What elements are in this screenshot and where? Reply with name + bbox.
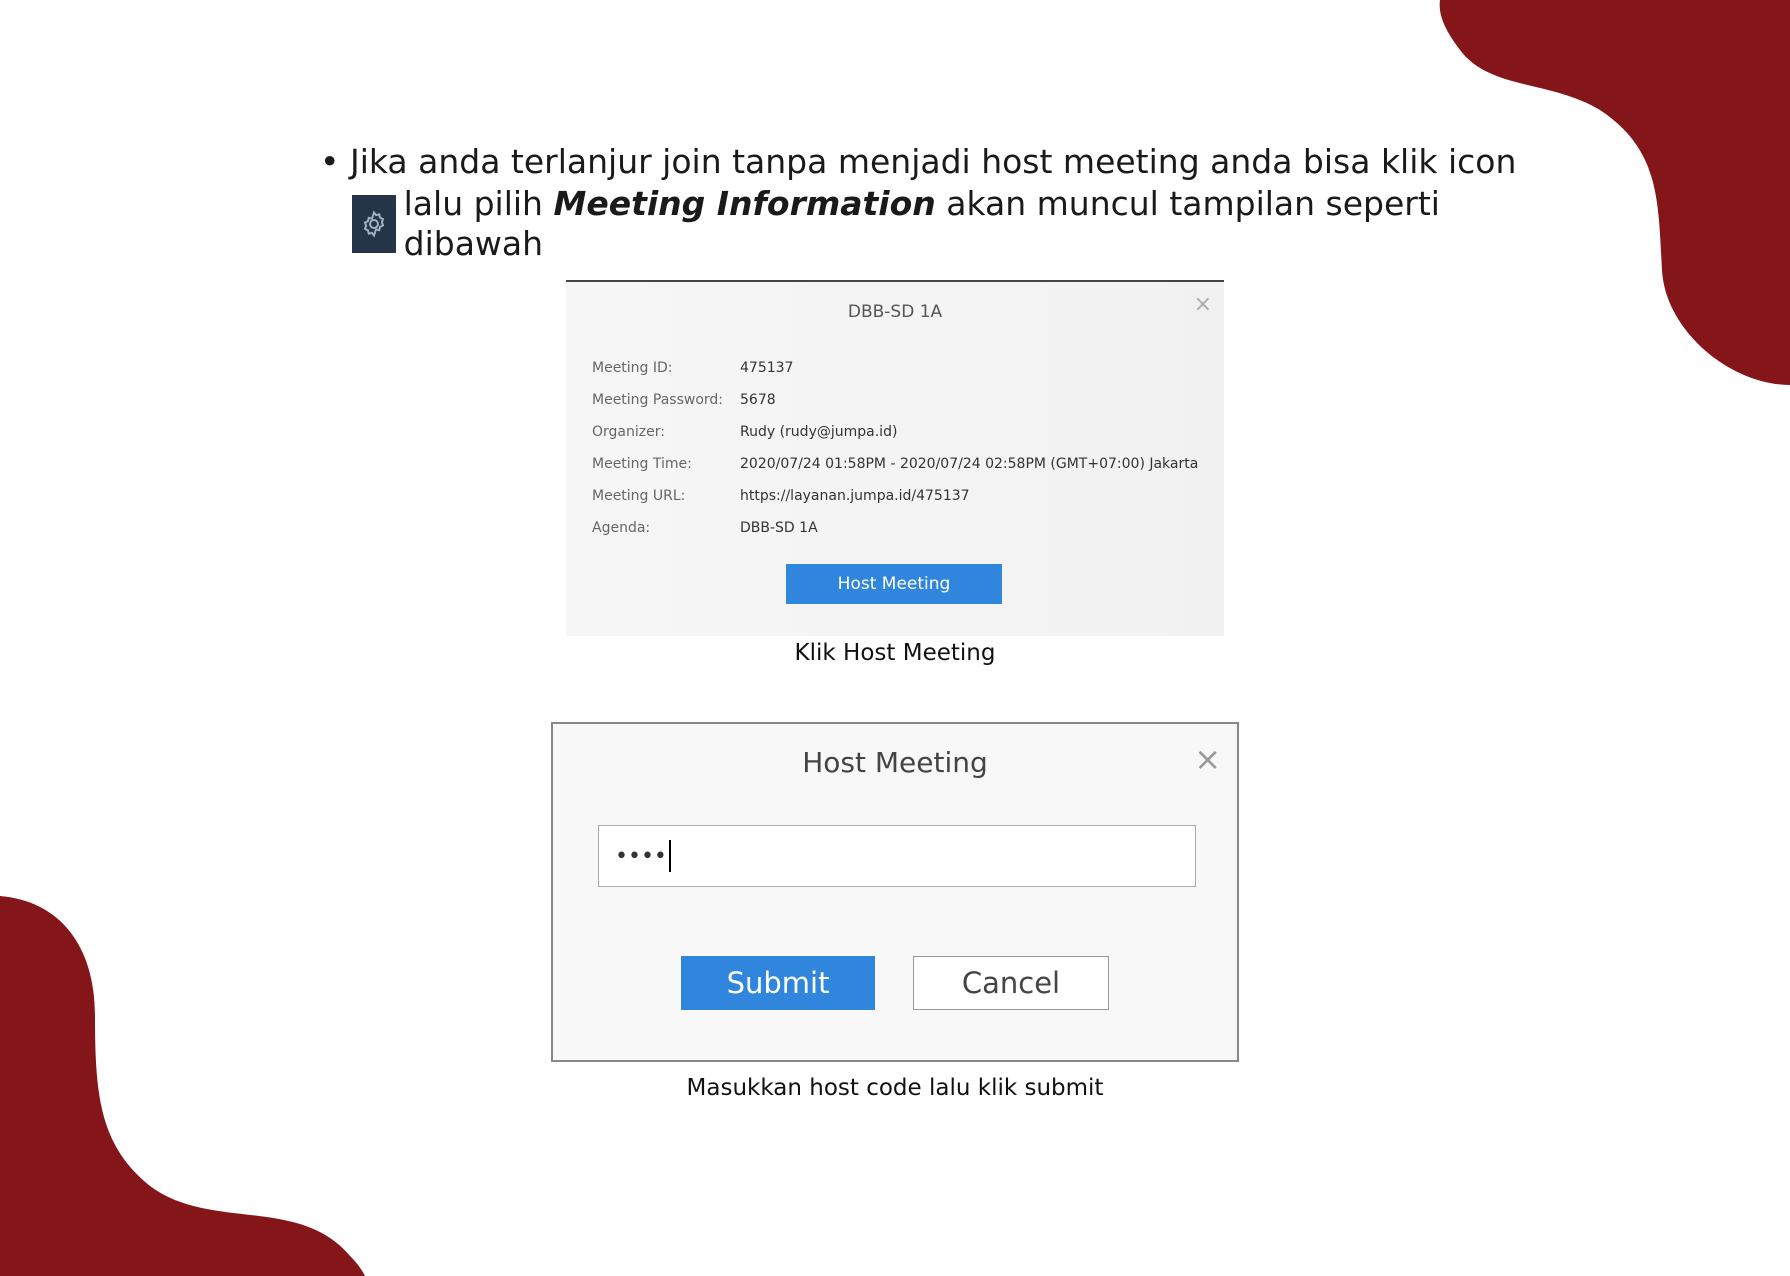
host-meeting-button[interactable]: Host Meeting (786, 564, 1002, 604)
host-meeting-dialog: Host Meeting × •••• Submit Cancel (551, 722, 1239, 1062)
dialog-title: DBB-SD 1A (847, 302, 943, 322)
meeting-information-emphasis: Meeting Information (553, 184, 936, 223)
cancel-button[interactable]: Cancel (913, 956, 1109, 1010)
info-row-organizer: Organizer: Rudy (rudy@jumpa.id) (592, 424, 898, 440)
bullet: • (320, 142, 340, 181)
text-caret (668, 840, 671, 872)
caption-submit: Masukkan host code lalu klik submit (686, 1075, 1104, 1101)
info-row-meeting-url: Meeting URL: https://layanan.jumpa.id/475… (592, 488, 970, 504)
host-code-input[interactable]: •••• (598, 825, 1196, 887)
info-row-meeting-time: Meeting Time: 2020/07/24 01:58PM - 2020/0… (592, 456, 1199, 472)
info-row-agenda: Agenda: DBB-SD 1A (592, 520, 818, 536)
instruction-line-1: Jika anda terlanjur join tanpa menjadi h… (349, 142, 1517, 181)
info-row-meeting-id: Meeting ID: 475137 (592, 360, 794, 376)
gear-icon (352, 195, 396, 253)
submit-button[interactable]: Submit (681, 956, 875, 1010)
info-row-meeting-password: Meeting Password: 5678 (592, 392, 776, 408)
dialog-title: Host Meeting (802, 746, 988, 779)
close-icon[interactable]: × (1194, 292, 1212, 317)
caption-host-meeting: Klik Host Meeting (794, 640, 996, 666)
instruction-line-2: lalu pilih Meeting Information akan munc… (403, 184, 1440, 263)
meeting-info-dialog: DBB-SD 1A × Meeting ID: 475137 Meeting Pa… (566, 280, 1224, 636)
instruction-text: • Jika anda terlanjur join tanpa menjadi… (320, 142, 1580, 264)
close-icon[interactable]: × (1194, 740, 1221, 778)
